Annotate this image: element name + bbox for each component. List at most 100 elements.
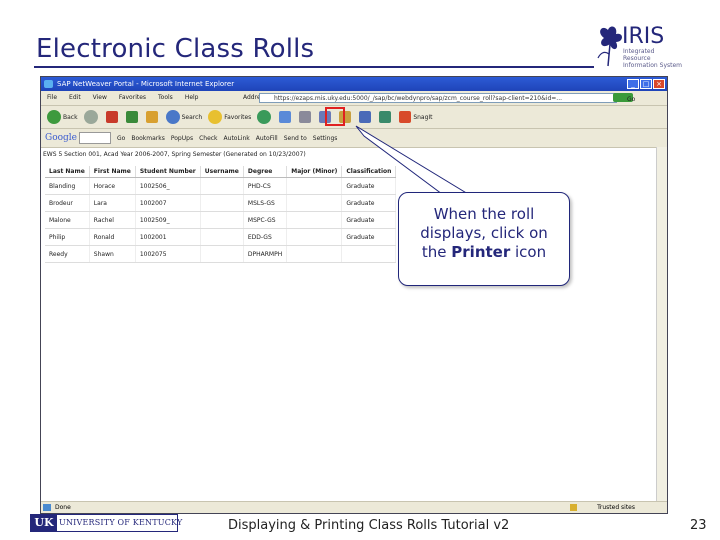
cell: 1002506_ — [135, 177, 201, 195]
refresh-icon — [125, 111, 138, 123]
google-go-button[interactable]: Go — [117, 135, 125, 142]
cell: Graduate — [341, 211, 397, 229]
cell — [200, 194, 244, 212]
menu-tools[interactable]: Tools — [152, 91, 179, 105]
cell: Reedy — [45, 245, 90, 263]
mail-button[interactable] — [279, 111, 293, 123]
back-label: Back — [63, 113, 78, 121]
printer-button[interactable] — [299, 111, 313, 123]
status-text: Done — [55, 504, 71, 511]
google-sendto-button[interactable]: Send to — [284, 135, 307, 142]
status-bar: Done Trusted sites — [41, 501, 667, 513]
forward-button[interactable] — [83, 110, 100, 124]
stop-icon — [105, 111, 118, 123]
cell: Rachel — [89, 211, 136, 229]
cell — [200, 245, 244, 263]
col-classification: Classification — [341, 166, 397, 178]
table-row: Reedy Shawn 1002075 DPHARMPH — [45, 245, 397, 263]
cell: 1002075 — [135, 245, 201, 263]
stop-button[interactable] — [105, 111, 120, 123]
cell: Brodeur — [45, 194, 90, 212]
cell — [286, 245, 343, 263]
cell — [286, 177, 343, 195]
google-search-input[interactable] — [79, 132, 111, 144]
back-button[interactable]: Back — [47, 110, 78, 124]
cell: Shawn — [89, 245, 136, 263]
callout-text: When the roll displays, click on the Pri… — [399, 205, 569, 262]
google-bookmarks-button[interactable]: Bookmarks — [131, 135, 165, 142]
google-settings-button[interactable]: Settings — [313, 135, 338, 142]
printer-highlight-box — [325, 107, 345, 126]
menu-help[interactable]: Help — [179, 91, 205, 105]
research-button[interactable] — [359, 111, 373, 123]
browser-window: SAP NetWeaver Portal - Microsoft Interne… — [40, 76, 668, 514]
security-zone: Trusted sites — [597, 504, 635, 511]
address-bar[interactable]: https://ezaps.mis.uky.edu:5000/_/sap/bc/… — [259, 93, 617, 103]
col-degree: Degree — [243, 166, 288, 178]
vertical-scrollbar[interactable] — [656, 147, 667, 501]
cell — [200, 211, 244, 229]
snagit-label: SnagIt — [413, 113, 433, 121]
iris-logo-subtitle: Integrated Resource Information System — [623, 48, 683, 69]
search-button[interactable]: Search — [165, 110, 203, 124]
cell: DPHARMPH — [243, 245, 288, 263]
iris-logo-text: IRIS — [622, 24, 665, 49]
cell — [286, 228, 343, 246]
history-button[interactable] — [257, 110, 273, 124]
printer-icon — [299, 111, 312, 123]
table-header-row: Last Name First Name Student Number User… — [45, 166, 397, 178]
forward-arrow-icon — [83, 110, 98, 124]
google-autofill-button[interactable]: AutoFill — [256, 135, 278, 142]
cell: Ronald — [89, 228, 136, 246]
menu-view[interactable]: View — [87, 91, 113, 105]
cell — [200, 177, 244, 195]
minimize-button[interactable]: _ — [627, 79, 639, 89]
close-window-button[interactable]: × — [653, 79, 665, 89]
google-popups-button[interactable]: PopUps — [171, 135, 193, 142]
cell: Graduate — [341, 194, 397, 212]
title-divider — [34, 66, 594, 68]
cell: 1002509_ — [135, 211, 201, 229]
snagit-button[interactable]: SnagIt — [399, 111, 433, 123]
col-last-name: Last Name — [45, 166, 90, 178]
maximize-button[interactable]: □ — [640, 79, 652, 89]
cell: Blanding — [45, 177, 90, 195]
ie-icon — [44, 80, 53, 88]
search-label: Search — [181, 113, 203, 121]
instruction-callout: When the roll displays, click on the Pri… — [398, 192, 570, 286]
table-row: Blanding Horace 1002506_ PHD-CS Graduate — [45, 177, 397, 195]
snagit-icon — [399, 111, 412, 123]
cell — [286, 194, 343, 212]
messenger-button[interactable] — [379, 111, 393, 123]
menu-file[interactable]: File — [41, 91, 63, 105]
page-status-icon — [43, 504, 51, 511]
cell: Horace — [89, 177, 136, 195]
home-button[interactable] — [145, 111, 160, 123]
menu-edit[interactable]: Edit — [63, 91, 87, 105]
back-arrow-icon — [47, 110, 61, 124]
callout-line-2: displays, click on — [420, 224, 548, 242]
go-button[interactable]: Go — [621, 93, 641, 107]
cell: 1002007 — [135, 194, 201, 212]
cell: EDD-GS — [243, 228, 288, 246]
browser-toolbar: Back Search Favorites SnagIt — [41, 106, 667, 129]
history-icon — [257, 110, 272, 124]
cell: Graduate — [341, 228, 397, 246]
google-logo: Google — [45, 133, 77, 143]
cell — [341, 245, 397, 263]
favorites-label: Favorites — [224, 113, 252, 121]
table-row: Philip Ronald 1002001 EDD-GS Graduate — [45, 228, 397, 246]
research-icon — [359, 111, 372, 123]
cell: MSPC-GS — [243, 211, 288, 229]
lock-icon — [570, 504, 577, 511]
cell: Lara — [89, 194, 136, 212]
google-autolink-button[interactable]: AutoLink — [224, 135, 250, 142]
refresh-button[interactable] — [125, 111, 140, 123]
menu-bar: File Edit View Favorites Tools Help Addr… — [41, 91, 667, 106]
menu-favorites[interactable]: Favorites — [113, 91, 152, 105]
google-toolbar: Google Go Bookmarks PopUps Check AutoLin… — [41, 129, 667, 148]
favorites-button[interactable]: Favorites — [208, 110, 251, 124]
search-icon — [165, 110, 180, 124]
col-username: Username — [200, 166, 244, 178]
google-check-button[interactable]: Check — [199, 135, 217, 142]
